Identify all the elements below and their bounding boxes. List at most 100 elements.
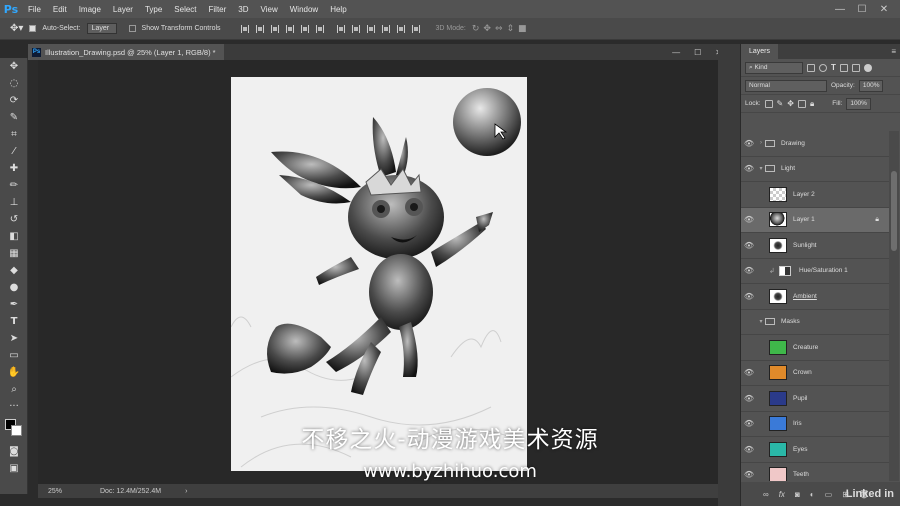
- dodge-tool-icon[interactable]: ●: [0, 279, 28, 296]
- layer-row-layer-2[interactable]: Layer 2: [741, 182, 889, 208]
- align-center-icon[interactable]: [300, 24, 309, 33]
- distribute-left-icon[interactable]: [381, 24, 390, 33]
- filter-adjustment-icon[interactable]: [819, 63, 827, 72]
- minimize-button[interactable]: —: [830, 0, 850, 18]
- layers-tab[interactable]: Layers: [741, 44, 779, 59]
- menu-edit[interactable]: Edit: [47, 0, 73, 18]
- auto-select-dropdown[interactable]: Layer: [86, 23, 117, 34]
- layer-row-crown[interactable]: 👁︎ Crown: [741, 361, 889, 386]
- menu-view[interactable]: View: [255, 0, 284, 18]
- layer-row-pupil[interactable]: 👁︎ Pupil: [741, 386, 889, 412]
- distribute-right-icon[interactable]: [411, 24, 420, 33]
- distribute-top-icon[interactable]: [336, 24, 345, 33]
- visibility-eye-icon[interactable]: 👁︎: [741, 394, 757, 403]
- menu-layer[interactable]: Layer: [107, 0, 139, 18]
- eyedropper-tool-icon[interactable]: ⁄: [0, 143, 28, 160]
- lock-position-icon[interactable]: ✥: [787, 99, 794, 108]
- distribute-center-icon[interactable]: [396, 24, 405, 33]
- lock-artboard-icon[interactable]: [797, 99, 806, 108]
- more-tools-icon[interactable]: ···: [0, 398, 28, 415]
- 3d-mode-icons[interactable]: ↻✥⇔⇕■: [472, 24, 531, 34]
- visibility-eye-icon[interactable]: 👁︎: [741, 139, 757, 148]
- healing-tool-icon[interactable]: ✚: [0, 160, 28, 177]
- visibility-eye-icon[interactable]: 👁︎: [741, 266, 757, 275]
- menu-image[interactable]: Image: [73, 0, 107, 18]
- history-brush-tool-icon[interactable]: ↺: [0, 211, 28, 228]
- adjustment-icon[interactable]: ◐: [810, 490, 815, 499]
- type-tool-icon[interactable]: T: [0, 313, 28, 330]
- doc-restore-button[interactable]: ☐: [694, 48, 701, 57]
- blend-mode-dropdown[interactable]: Normal: [745, 79, 827, 92]
- visibility-eye-icon[interactable]: 👁︎: [741, 368, 757, 377]
- pen-tool-icon[interactable]: ✒: [0, 296, 28, 313]
- layer-row-hue-saturation-1[interactable]: 👁︎ ↲ Hue/Saturation 1: [741, 259, 889, 284]
- menu-file[interactable]: File: [22, 0, 47, 18]
- kind-filter-dropdown[interactable]: ⌕ Kind: [745, 61, 803, 74]
- hand-tool-icon[interactable]: ✋: [0, 364, 28, 381]
- menu-filter[interactable]: Filter: [203, 0, 233, 18]
- fill-input[interactable]: 100%: [846, 97, 871, 110]
- layer-row-light[interactable]: 👁︎ ▾ Light: [741, 157, 889, 182]
- marquee-tool-icon[interactable]: ◌: [0, 75, 28, 92]
- zoom-tool-icon[interactable]: ⌕: [0, 381, 28, 398]
- layer-thumbnail[interactable]: [769, 212, 787, 228]
- lock-transparent-icon[interactable]: [764, 99, 773, 108]
- filter-shape-icon[interactable]: [839, 63, 848, 72]
- expand-arrow-icon[interactable]: ›: [757, 140, 765, 146]
- eraser-tool-icon[interactable]: ◧: [0, 228, 28, 245]
- layer-thumbnail[interactable]: [769, 390, 787, 406]
- distribute-bottom-icon[interactable]: [366, 24, 375, 33]
- link-icon[interactable]: ∞: [763, 490, 769, 499]
- fx-icon[interactable]: fx: [779, 490, 785, 499]
- crop-tool-icon[interactable]: ⌗: [0, 126, 28, 143]
- layer-thumbnail[interactable]: [769, 288, 787, 304]
- filter-type-icon[interactable]: T: [831, 63, 836, 72]
- folder-icon[interactable]: ▭: [825, 490, 833, 499]
- layer-row-sunlight[interactable]: 👁︎ Sunlight: [741, 233, 889, 259]
- move-tool-icon[interactable]: ✥: [0, 58, 28, 75]
- mask-icon[interactable]: ◙: [795, 490, 800, 499]
- visibility-eye-icon[interactable]: 👁︎: [741, 215, 757, 224]
- layer-row-masks[interactable]: ▾ Masks: [741, 310, 889, 335]
- align-right-icon[interactable]: [315, 24, 324, 33]
- visibility-eye-icon[interactable]: 👁︎: [741, 292, 757, 301]
- align-bottom-icon[interactable]: [270, 24, 279, 33]
- zoom-level[interactable]: 25%: [38, 488, 88, 495]
- layer-row-drawing[interactable]: 👁︎ › Drawing: [741, 131, 889, 157]
- menu-select[interactable]: Select: [168, 0, 202, 18]
- doc-minimize-button[interactable]: —: [672, 48, 680, 57]
- layer-row-creature[interactable]: Creature: [741, 335, 889, 361]
- visibility-eye-icon[interactable]: 👁︎: [741, 164, 757, 173]
- status-menu-arrow-icon[interactable]: ›: [185, 488, 187, 495]
- expand-arrow-icon[interactable]: ▾: [757, 318, 765, 325]
- distribute-middle-icon[interactable]: [351, 24, 360, 33]
- auto-select-checkbox[interactable]: [29, 25, 37, 32]
- move-tool-preset-icon[interactable]: ✥▾: [10, 23, 23, 34]
- show-transform-checkbox[interactable]: [128, 25, 136, 32]
- align-top-icon[interactable]: [240, 24, 249, 33]
- layer-row-layer-1[interactable]: 👁︎ Layer 1 🔒︎: [741, 207, 889, 233]
- lasso-tool-icon[interactable]: ⟳: [0, 92, 28, 109]
- visibility-eye-icon[interactable]: 👁︎: [741, 241, 757, 250]
- layer-row-ambient[interactable]: 👁︎ Ambient: [741, 284, 889, 310]
- expand-arrow-icon[interactable]: ▾: [757, 165, 765, 172]
- align-middle-icon[interactable]: [255, 24, 264, 33]
- doc-size-info[interactable]: Doc: 12.4M/252.4M: [100, 488, 161, 495]
- hue-saturation-icon[interactable]: [779, 265, 791, 276]
- menu-window[interactable]: Window: [284, 0, 324, 18]
- filter-pixel-icon[interactable]: [807, 63, 815, 72]
- maximize-button[interactable]: ☐: [852, 0, 872, 18]
- align-left-icon[interactable]: [285, 24, 294, 33]
- filter-toggle[interactable]: [863, 63, 872, 72]
- quick-select-tool-icon[interactable]: ✎: [0, 109, 28, 126]
- layer-thumbnail[interactable]: [769, 339, 787, 355]
- layer-thumbnail[interactable]: [769, 237, 787, 253]
- rectangle-tool-icon[interactable]: ▭: [0, 347, 28, 364]
- layer-thumbnail[interactable]: [769, 365, 787, 381]
- stamp-tool-icon[interactable]: ⊥: [0, 194, 28, 211]
- document-tab[interactable]: Ps Illustration_Drawing.psd @ 25% (Layer…: [28, 44, 224, 60]
- layer-thumbnail[interactable]: [769, 186, 787, 202]
- opacity-input[interactable]: 100%: [858, 79, 884, 92]
- lock-pixels-icon[interactable]: ✎: [777, 99, 784, 108]
- panel-menu-icon[interactable]: ≡: [891, 47, 896, 56]
